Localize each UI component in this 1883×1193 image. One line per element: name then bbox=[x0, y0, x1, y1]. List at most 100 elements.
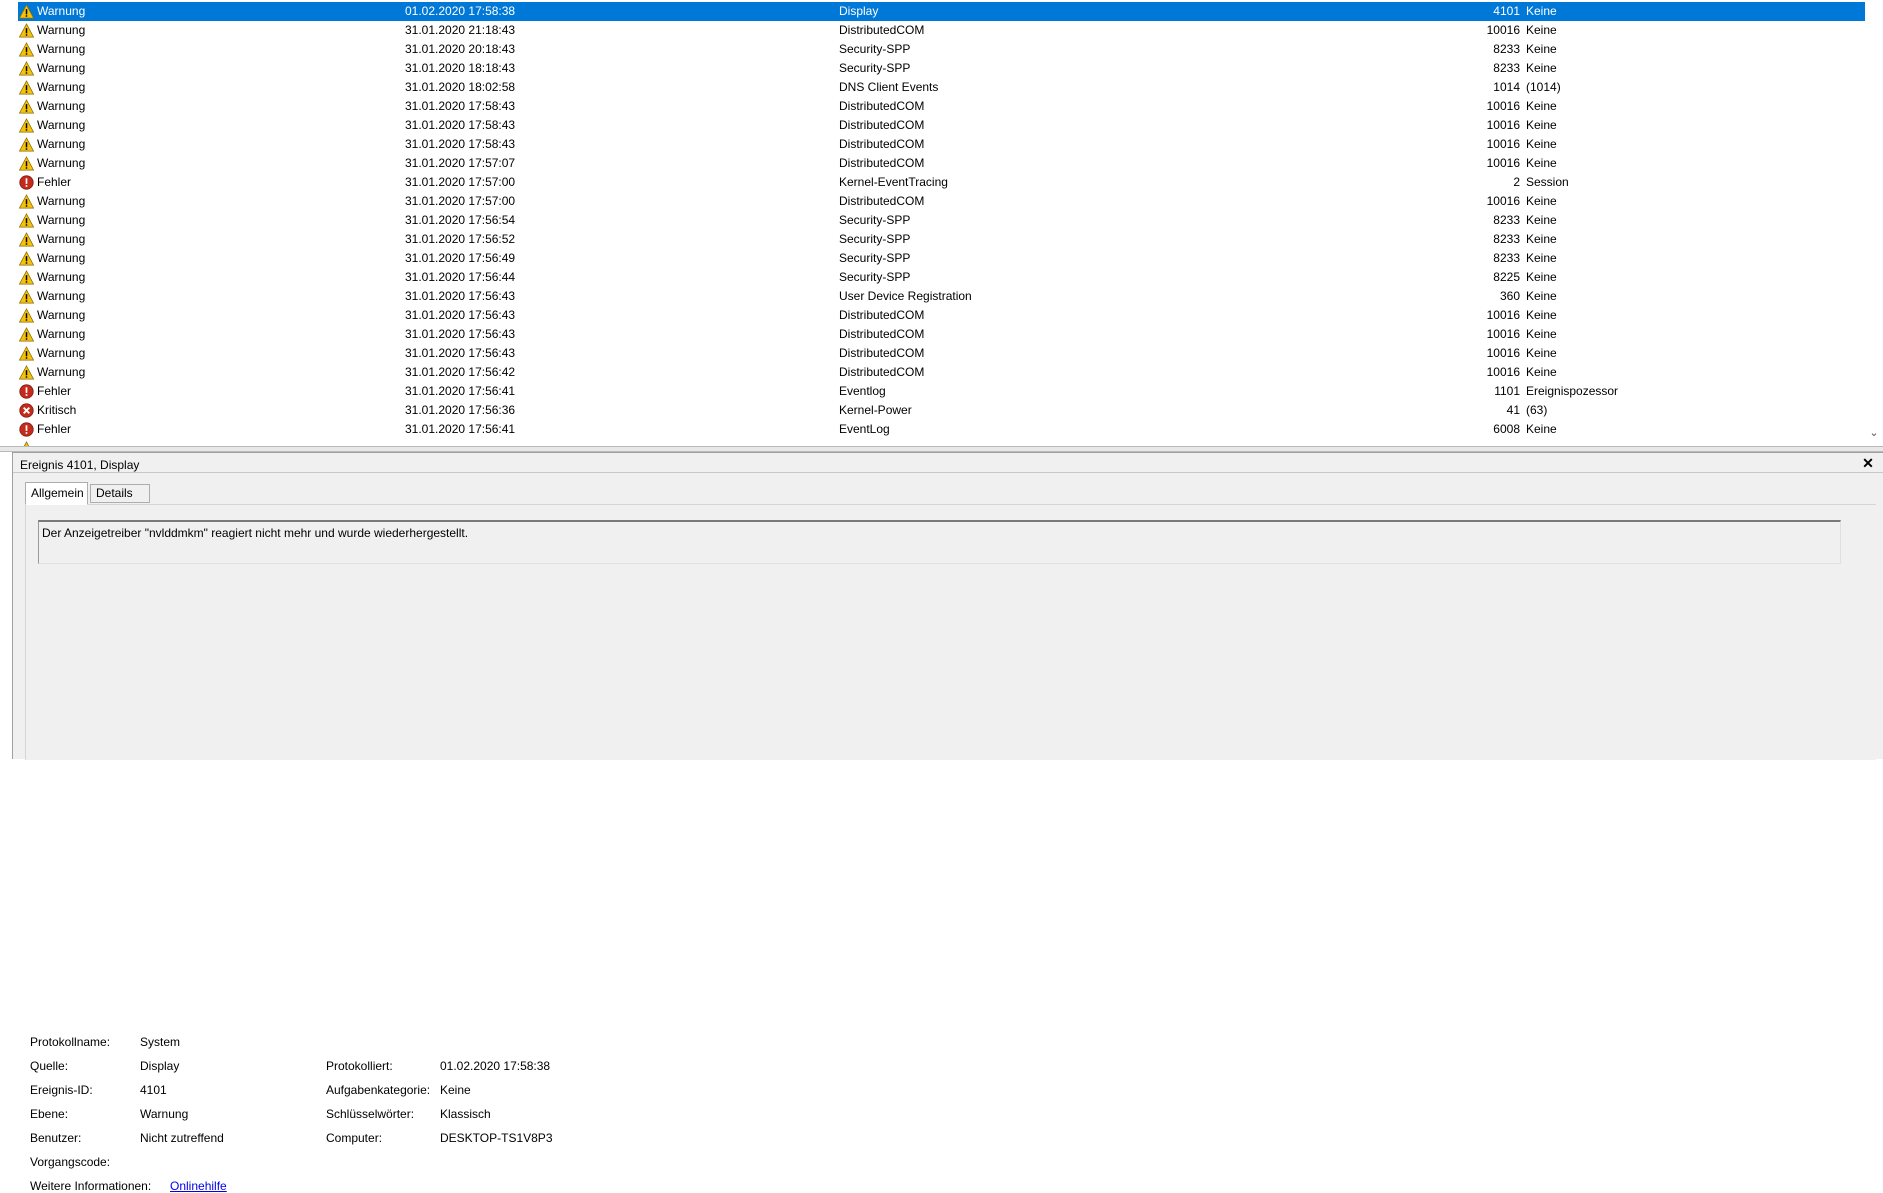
event-row[interactable]: Warnung 31.01.2020 17:56:49 Security-SPP 82… bbox=[18, 249, 1865, 268]
event-row[interactable]: Warnung 31.01.2020 17:56:43 DistributedCOM… bbox=[18, 306, 1865, 325]
event-level: Warnung bbox=[37, 118, 86, 132]
event-list[interactable]: Warnung 01.02.2020 17:58:38 Display 4101 Kei… bbox=[0, 0, 1883, 446]
event-id: 4101 bbox=[1493, 4, 1520, 18]
scroll-down-icon[interactable]: ⌄ bbox=[1869, 426, 1879, 440]
event-id: 10016 bbox=[1486, 308, 1520, 322]
critical-icon bbox=[19, 403, 34, 418]
computer-value: DESKTOP-TS1V8P3 bbox=[440, 1131, 553, 1145]
close-icon[interactable]: ✕ bbox=[1861, 456, 1875, 470]
event-row[interactable]: Warnung 31.01.2020 20:18:43 Security-SPP 82… bbox=[18, 40, 1865, 59]
event-level: Warnung bbox=[37, 289, 86, 303]
event-date: 31.01.2020 18:18:43 bbox=[405, 61, 516, 75]
event-row[interactable]: Warnung 31.01.2020 18:18:43 Security-SPP 82… bbox=[18, 59, 1865, 78]
event-level: Warnung bbox=[37, 327, 86, 341]
event-level: Warnung bbox=[37, 232, 86, 246]
event-row[interactable]: Warnung 31.01.2020 17:58:43 DistributedCOM… bbox=[18, 116, 1865, 135]
event-id: 41 bbox=[1506, 403, 1520, 417]
event-row[interactable]: Warnung 31.01.2020 17:56:44 Security-SPP 82… bbox=[18, 268, 1865, 287]
event-id: 10016 bbox=[1486, 137, 1520, 151]
event-row[interactable]: Warnung 31.01.2020 17:56:42 DistributedCOM… bbox=[18, 363, 1865, 382]
event-level: Warnung bbox=[37, 156, 86, 170]
online-help-link[interactable]: Onlinehilfe bbox=[170, 1179, 227, 1193]
event-date: 31.01.2020 17:57:00 bbox=[405, 194, 516, 208]
event-task-category: Keine bbox=[1526, 289, 1557, 303]
event-task-category: Keine bbox=[1526, 23, 1557, 37]
event-id: 1101 bbox=[1494, 384, 1520, 398]
event-source: User Device Registration bbox=[839, 289, 972, 303]
event-id: 10016 bbox=[1486, 327, 1520, 341]
event-task-category: Keine bbox=[1526, 232, 1557, 246]
error-icon bbox=[19, 175, 34, 190]
event-level: Warnung bbox=[37, 61, 86, 75]
event-row[interactable]: Warnung 31.01.2020 17:57:07 DistributedCOM… bbox=[18, 154, 1865, 173]
event-id: 10016 bbox=[1486, 194, 1520, 208]
event-level: Warnung bbox=[37, 346, 86, 360]
warning-icon bbox=[18, 365, 35, 380]
event-row[interactable]: Warnung 31.01.2020 17:58:43 DistributedCOM… bbox=[18, 135, 1865, 154]
warning-icon bbox=[18, 4, 35, 19]
event-id: 8233 bbox=[1493, 42, 1520, 56]
event-task-category: Keine bbox=[1526, 4, 1557, 18]
event-source: Eventlog bbox=[839, 384, 886, 398]
event-row[interactable]: Warnung 31.01.2020 21:18:43 DistributedCOM… bbox=[18, 21, 1865, 40]
event-level: Warnung bbox=[37, 308, 86, 322]
event-row[interactable]: Warnung 31.01.2020 17:56:43 DistributedCOM… bbox=[18, 325, 1865, 344]
event-source: Security-SPP bbox=[839, 42, 911, 56]
event-level: Warnung bbox=[37, 137, 86, 151]
list-scrollbar[interactable]: ⌄ bbox=[1865, 0, 1883, 446]
tab-details[interactable]: Details bbox=[90, 484, 150, 503]
event-row[interactable]: Warnung 01.02.2020 17:58:38 Display 4101 Kei… bbox=[18, 2, 1865, 21]
warning-icon bbox=[18, 156, 35, 171]
event-task-category: Keine bbox=[1526, 213, 1557, 227]
event-row[interactable]: Fehler 31.01.2020 17:57:00 Kernel-EventTra… bbox=[18, 173, 1865, 192]
event-date: 31.01.2020 17:56:43 bbox=[405, 308, 516, 322]
event-row[interactable] bbox=[18, 439, 1865, 446]
event-task-category: Session bbox=[1526, 175, 1569, 189]
event-date: 31.01.2020 17:56:41 bbox=[405, 422, 516, 436]
event-date: 31.01.2020 17:56:41 bbox=[405, 384, 516, 398]
warning-icon bbox=[18, 213, 35, 228]
event-level: Fehler bbox=[37, 175, 72, 189]
event-row[interactable]: Warnung 31.01.2020 17:58:43 DistributedCOM… bbox=[18, 97, 1865, 116]
event-date: 01.02.2020 17:58:38 bbox=[405, 4, 516, 18]
event-date: 31.01.2020 17:56:43 bbox=[405, 327, 516, 341]
event-source: Security-SPP bbox=[839, 213, 911, 227]
event-id: 10016 bbox=[1486, 156, 1520, 170]
event-source: DistributedCOM bbox=[839, 99, 925, 113]
keywords-value: Klassisch bbox=[440, 1107, 491, 1121]
event-id-label: Ereignis-ID: bbox=[30, 1083, 93, 1097]
warning-icon bbox=[18, 42, 35, 57]
event-id: 8233 bbox=[1493, 213, 1520, 227]
event-source: DistributedCOM bbox=[839, 156, 925, 170]
event-row[interactable]: Warnung 31.01.2020 17:57:00 DistributedCOM… bbox=[18, 192, 1865, 211]
event-date: 31.01.2020 17:56:36 bbox=[405, 403, 516, 417]
event-id: 360 bbox=[1499, 289, 1520, 303]
event-source: DistributedCOM bbox=[839, 118, 925, 132]
error-icon bbox=[19, 422, 34, 437]
event-id: 10016 bbox=[1486, 99, 1520, 113]
event-level: Warnung bbox=[37, 80, 86, 94]
event-source: DistributedCOM bbox=[839, 346, 925, 360]
event-row[interactable]: Fehler 31.01.2020 17:56:41 Eventlog 1101 Ere… bbox=[18, 382, 1865, 401]
event-row[interactable]: Warnung 31.01.2020 17:56:54 Security-SPP 82… bbox=[18, 211, 1865, 230]
event-row[interactable]: Warnung 31.01.2020 17:56:43 DistributedCOM… bbox=[18, 344, 1865, 363]
event-row[interactable]: Warnung 31.01.2020 17:56:52 Security-SPP 82… bbox=[18, 230, 1865, 249]
event-message[interactable]: Der Anzeigetreiber "nvlddmkm" reagiert n… bbox=[38, 520, 1841, 564]
event-source: DistributedCOM bbox=[839, 308, 925, 322]
user-value: Nicht zutreffend bbox=[140, 1131, 224, 1145]
event-row[interactable]: Fehler 31.01.2020 17:56:41 EventLog 6008 Kei… bbox=[18, 420, 1865, 439]
event-source: Security-SPP bbox=[839, 270, 911, 284]
event-row[interactable]: Warnung 31.01.2020 18:02:58 DNS Client Eve… bbox=[18, 78, 1865, 97]
user-label: Benutzer: bbox=[30, 1131, 82, 1145]
event-row[interactable]: Kritisch 31.01.2020 17:56:36 Kernel-Power 4… bbox=[18, 401, 1865, 420]
event-task-category: Keine bbox=[1526, 346, 1557, 360]
task-category-value: Keine bbox=[440, 1083, 471, 1097]
event-task-category: (63) bbox=[1526, 403, 1548, 417]
event-task-category: Keine bbox=[1526, 308, 1557, 322]
warning-icon bbox=[18, 327, 35, 342]
event-task-category: Keine bbox=[1526, 251, 1557, 265]
warning-icon bbox=[18, 194, 35, 209]
warning-icon bbox=[18, 289, 35, 304]
event-row[interactable]: Warnung 31.01.2020 17:56:43 User Device Re… bbox=[18, 287, 1865, 306]
tab-general[interactable]: Allgemein bbox=[25, 482, 88, 505]
